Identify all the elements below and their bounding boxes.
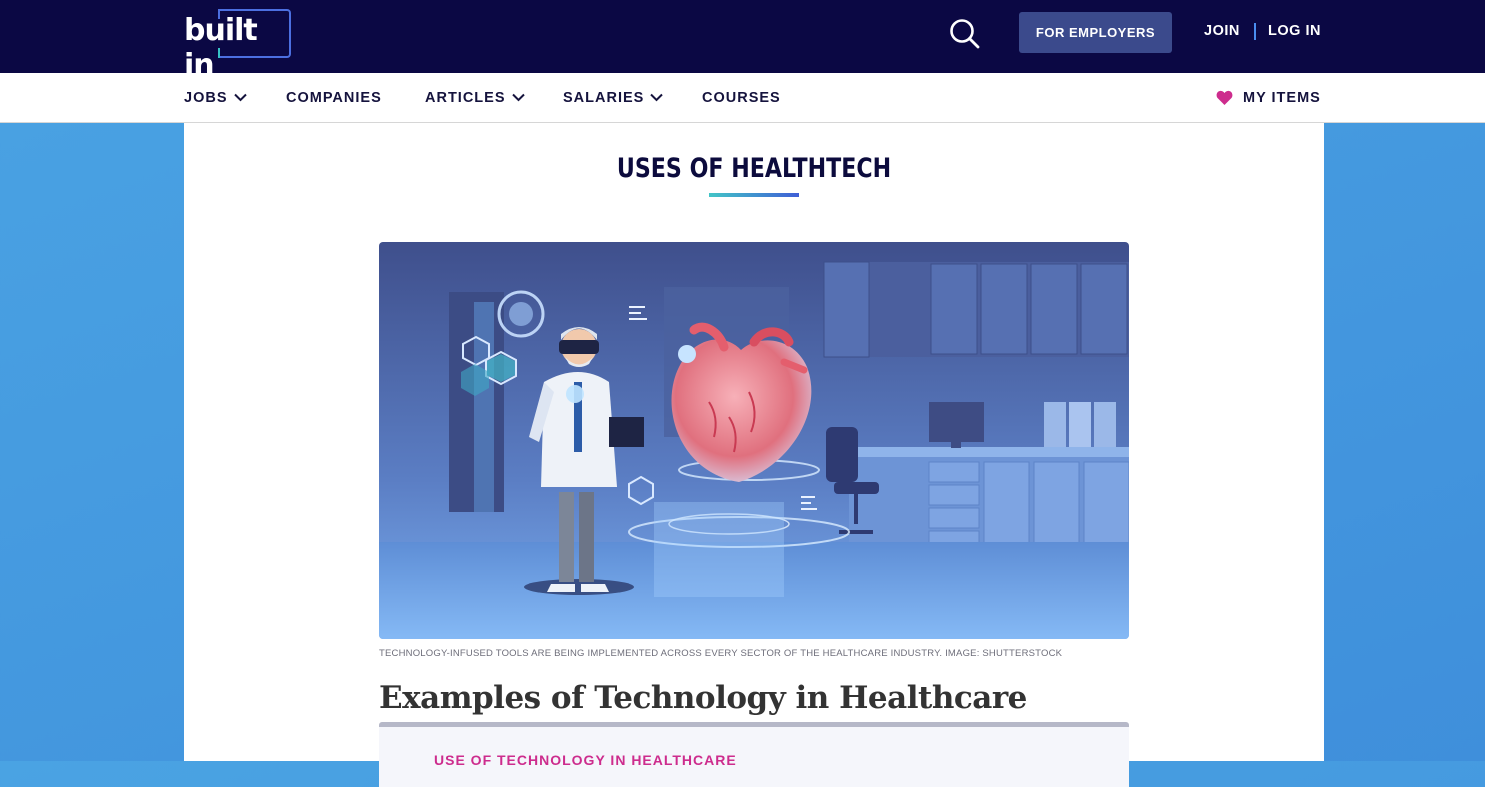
section-title: USES OF HEALTHTECH <box>616 153 892 184</box>
main-nav: JOBS COMPANIES ARTICLES SALARIES COURSES… <box>0 73 1485 123</box>
nav-courses[interactable]: COURSES <box>702 73 781 122</box>
chevron-down-icon <box>650 93 664 102</box>
search-icon[interactable] <box>946 16 982 52</box>
chevron-down-icon <box>233 93 247 102</box>
nav-salaries[interactable]: SALARIES <box>563 73 664 122</box>
nav-courses-label: COURSES <box>702 89 781 106</box>
nav-companies[interactable]: COMPANIES <box>286 73 382 122</box>
nav-jobs-label: JOBS <box>184 89 228 106</box>
nav-articles[interactable]: ARTICLES <box>425 73 525 122</box>
nav-companies-label: COMPANIES <box>286 89 382 106</box>
hero-image <box>379 242 1129 639</box>
my-items-label: MY ITEMS <box>1243 89 1321 106</box>
for-employers-button[interactable]: FOR EMPLOYERS <box>1019 12 1172 53</box>
title-underline <box>709 193 799 197</box>
header-divider <box>1254 23 1256 40</box>
toc-label[interactable]: USE OF TECHNOLOGY IN HEALTHCARE <box>434 752 737 768</box>
top-header: built in FOR EMPLOYERS JOIN LOG IN <box>0 0 1485 83</box>
article-heading: Examples of Technology in Healthcare <box>379 680 1027 716</box>
builtin-logo[interactable]: built in <box>184 9 293 83</box>
article-content: USES OF HEALTHTECH TECHNOLOGY-INFUSED TO… <box>184 123 1324 787</box>
nav-salaries-label: SALARIES <box>563 89 645 106</box>
heart-icon <box>1216 90 1233 105</box>
my-items-link[interactable]: MY ITEMS <box>1216 73 1321 122</box>
toc-box: USE OF TECHNOLOGY IN HEALTHCARE <box>379 722 1129 787</box>
chevron-down-icon <box>511 93 525 102</box>
nav-jobs[interactable]: JOBS <box>184 73 247 122</box>
login-link[interactable]: LOG IN <box>1268 23 1321 39</box>
image-caption: TECHNOLOGY-INFUSED TOOLS ARE BEING IMPLE… <box>379 648 1063 659</box>
nav-articles-label: ARTICLES <box>425 89 506 106</box>
join-link[interactable]: JOIN <box>1204 23 1240 39</box>
